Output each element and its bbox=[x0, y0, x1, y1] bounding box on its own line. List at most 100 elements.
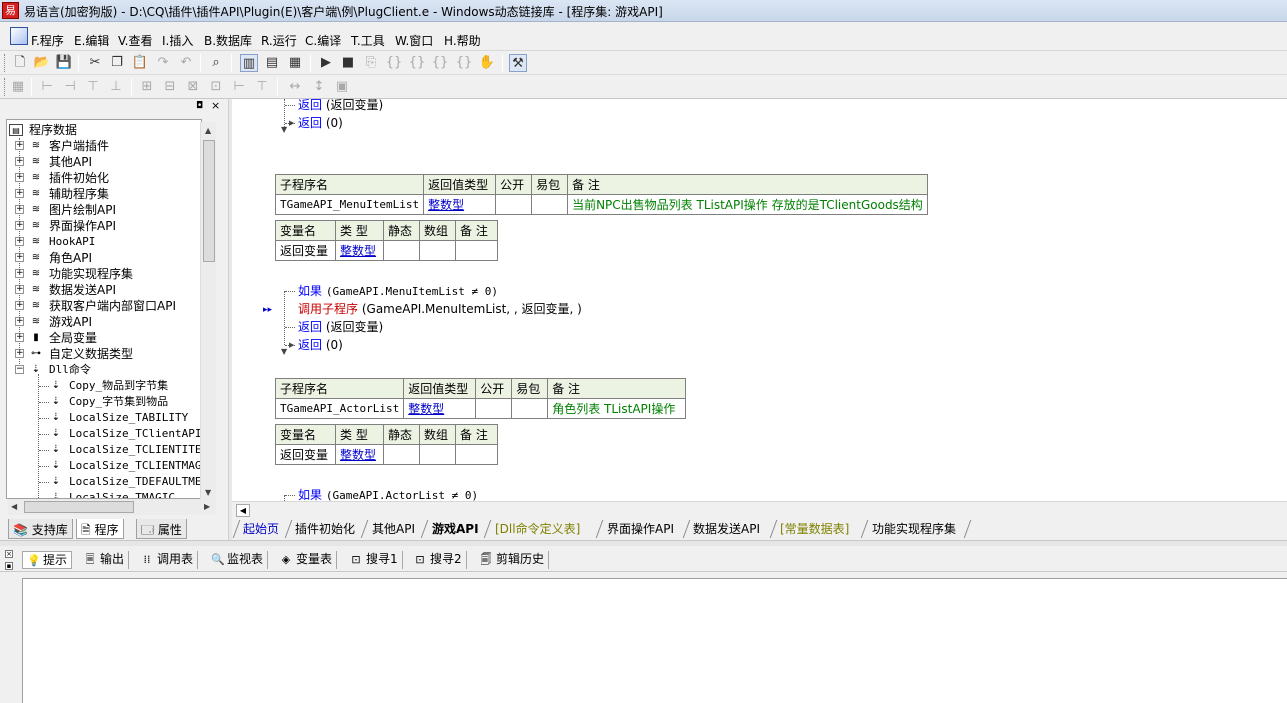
expand-icon[interactable]: + bbox=[15, 205, 24, 214]
same-width-icon[interactable]: ⊠ bbox=[184, 78, 202, 96]
run-icon[interactable]: ▶ bbox=[317, 54, 335, 72]
step-out-icon[interactable]: {} bbox=[431, 54, 449, 72]
step-over-icon[interactable]: {} bbox=[408, 54, 426, 72]
pin-icon[interactable]: ▪ bbox=[5, 562, 13, 570]
cut-icon[interactable]: ✂ bbox=[86, 54, 104, 72]
variable-type[interactable]: 整数型 bbox=[335, 240, 384, 261]
tab-program[interactable]: 🗎 程序 bbox=[76, 519, 124, 539]
debug-tool-icon[interactable]: ⚒ bbox=[509, 54, 527, 72]
tab-other-api[interactable]: 其他API bbox=[372, 520, 415, 538]
menu-view[interactable]: V.查看 bbox=[118, 32, 152, 49]
tab-start-page[interactable]: 起始页 bbox=[243, 520, 279, 538]
same-size-icon[interactable]: ⊢ bbox=[230, 78, 248, 96]
expand-icon[interactable]: + bbox=[15, 349, 24, 358]
tab-variables[interactable]: ◈ 变量表 bbox=[276, 551, 338, 569]
expand-icon[interactable]: + bbox=[15, 237, 24, 246]
find-icon[interactable]: ⌕ bbox=[207, 54, 225, 72]
layout-split-icon[interactable]: ▦ bbox=[286, 54, 304, 72]
collapse-icon[interactable]: − bbox=[15, 365, 24, 374]
scroll-thumb[interactable] bbox=[24, 501, 134, 513]
tab-watch[interactable]: 🔍 监视表 bbox=[207, 551, 269, 569]
redo-icon[interactable]: ↷ bbox=[154, 54, 172, 72]
scroll-left-icon[interactable]: ◀ bbox=[236, 504, 250, 517]
align-top-icon[interactable]: ⊥ bbox=[107, 78, 125, 96]
code-line[interactable]: 返回 (返回变量) bbox=[298, 99, 383, 114]
tab-constants[interactable]: [常量数据表] bbox=[780, 520, 849, 538]
step-into-icon[interactable]: {} bbox=[385, 54, 403, 72]
align-bottom-icon[interactable]: ⊟ bbox=[161, 78, 179, 96]
pin-icon[interactable]: ◘ bbox=[196, 101, 203, 111]
subroutine-table[interactable]: 子程序名 返回值类型 公开 易包 备 注 TGameAPI_ActorList … bbox=[274, 378, 687, 419]
variable-type[interactable]: 整数型 bbox=[335, 444, 384, 465]
tab-clip-history[interactable]: 🗐 剪辑历史 bbox=[476, 551, 550, 569]
subroutine-note[interactable]: 当前NPC出售物品列表 TListAPI操作 存放的是TClientGoods结… bbox=[567, 194, 928, 215]
tab-plugin-init[interactable]: 插件初始化 bbox=[295, 520, 355, 538]
menu-run[interactable]: R.运行 bbox=[261, 32, 297, 49]
new-file-icon[interactable]: 🗋 bbox=[11, 54, 29, 72]
menu-database[interactable]: B.数据库 bbox=[204, 32, 252, 49]
menu-help[interactable]: H.帮助 bbox=[444, 32, 481, 49]
tree-vertical-scrollbar[interactable]: ▲ ▼ bbox=[200, 122, 216, 500]
copy-icon[interactable]: ❐ bbox=[108, 54, 126, 72]
same-height-icon[interactable]: ⊡ bbox=[207, 78, 225, 96]
expand-icon[interactable]: + bbox=[15, 285, 24, 294]
tab-output[interactable]: 🗏 输出 bbox=[80, 551, 130, 569]
open-folder-icon[interactable]: 📂 bbox=[33, 54, 51, 72]
expand-icon[interactable]: + bbox=[15, 253, 24, 262]
paste-icon[interactable]: 📋 bbox=[131, 54, 149, 72]
toolbar-grip[interactable] bbox=[4, 54, 7, 72]
align-middle-icon[interactable]: ⊞ bbox=[138, 78, 156, 96]
code-horizontal-scrollbar[interactable]: ◀ bbox=[232, 501, 1287, 518]
expand-icon[interactable]: + bbox=[15, 157, 24, 166]
menu-compile[interactable]: C.编译 bbox=[305, 32, 341, 49]
close-icon[interactable]: × bbox=[211, 99, 220, 112]
variable-name[interactable]: 返回变量 bbox=[275, 240, 336, 261]
code-line[interactable]: 返回 (返回变量) bbox=[298, 318, 383, 336]
toolbar-grip[interactable] bbox=[4, 78, 7, 96]
expand-icon[interactable]: + bbox=[15, 189, 24, 198]
expand-icon[interactable]: + bbox=[15, 173, 24, 182]
variable-name[interactable]: 返回变量 bbox=[275, 444, 336, 465]
menu-program[interactable]: F.程序 bbox=[31, 32, 64, 49]
tab-game-api[interactable]: 游戏API bbox=[432, 520, 479, 538]
code-editor[interactable]: ▼ ▶ 返回 (返回变量) 返回 (0) 子程序名 返回值类型 公开 易包 备 … bbox=[232, 99, 1287, 501]
subroutine-name[interactable]: TGameAPI_MenuItemList bbox=[274, 194, 425, 215]
expand-icon[interactable]: + bbox=[15, 221, 24, 230]
undo-icon[interactable]: ↶ bbox=[177, 54, 195, 72]
stop-icon[interactable]: ■ bbox=[339, 54, 357, 72]
expand-icon[interactable]: + bbox=[15, 269, 24, 278]
output-area[interactable] bbox=[22, 578, 1287, 703]
menu-window[interactable]: W.窗口 bbox=[395, 32, 433, 49]
center-v-icon[interactable]: ↕ bbox=[310, 78, 328, 96]
lock-icon[interactable]: ▣ bbox=[333, 78, 351, 96]
save-icon[interactable]: 💾 bbox=[55, 54, 73, 72]
tab-hint[interactable]: 💡 提示 bbox=[22, 551, 73, 569]
code-line[interactable]: 如果 (GameAPI.ActorList ≠ 0) bbox=[298, 486, 478, 501]
scroll-thumb[interactable] bbox=[203, 140, 215, 262]
expand-icon[interactable]: + bbox=[15, 333, 24, 342]
subroutine-note[interactable]: 角色列表 TListAPI操作 bbox=[547, 398, 687, 419]
code-line[interactable]: 调用子程序 (GameAPI.MenuItemList, , 返回变量, ) bbox=[298, 300, 582, 318]
tab-properties[interactable]: 🗔 属性 bbox=[136, 519, 187, 539]
menu-tools[interactable]: T.工具 bbox=[351, 32, 385, 49]
hand-icon[interactable]: ✋ bbox=[478, 54, 496, 72]
return-type[interactable]: 整数型 bbox=[423, 194, 497, 215]
code-line[interactable]: 如果 (GameAPI.MenuItemList ≠ 0) bbox=[298, 282, 498, 300]
subroutine-name[interactable]: TGameAPI_ActorList bbox=[274, 398, 405, 419]
align-center-icon[interactable]: ⊣ bbox=[61, 78, 79, 96]
expand-icon[interactable]: + bbox=[15, 317, 24, 326]
layout-bottom-icon[interactable]: ▤ bbox=[263, 54, 281, 72]
tab-search2[interactable]: ⊡ 搜寻2 bbox=[410, 551, 467, 569]
align-right-icon[interactable]: ⊤ bbox=[84, 78, 102, 96]
variable-table[interactable]: 变量名 类 型 静态 数组 备 注 返回变量 整数型 bbox=[275, 220, 498, 261]
return-type[interactable]: 整数型 bbox=[403, 398, 477, 419]
variable-table[interactable]: 变量名 类 型 静态 数组 备 注 返回变量 整数型 bbox=[275, 424, 498, 465]
subroutine-table[interactable]: 子程序名 返回值类型 公开 易包 备 注 TGameAPI_MenuItemLi… bbox=[274, 174, 928, 215]
run-to-cursor-icon[interactable]: {} bbox=[455, 54, 473, 72]
tab-data-send-api[interactable]: 数据发送API bbox=[693, 520, 760, 538]
menu-insert[interactable]: I.插入 bbox=[162, 32, 193, 49]
close-icon[interactable]: × bbox=[5, 550, 13, 558]
tab-dll-commands[interactable]: [Dll命令定义表] bbox=[495, 520, 580, 538]
tree-horizontal-scrollbar[interactable]: ◀ ▶ bbox=[8, 499, 216, 515]
code-line[interactable]: 返回 (0) bbox=[298, 114, 343, 132]
